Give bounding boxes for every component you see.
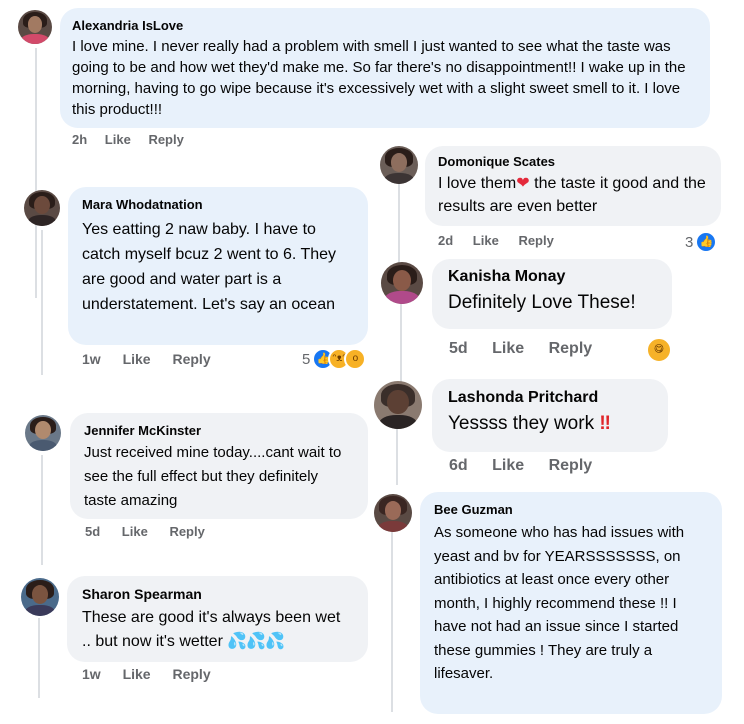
- thread-line: [396, 425, 398, 485]
- comment-time[interactable]: 2h: [72, 132, 87, 147]
- avatar[interactable]: [374, 494, 412, 532]
- comment-author[interactable]: Domonique Scates: [438, 154, 708, 169]
- reaction-summary[interactable]: 😋: [646, 337, 672, 363]
- like-reaction-icon: 👍: [695, 231, 718, 253]
- comment-text: I love mine. I never really had a proble…: [72, 38, 686, 118]
- like-button[interactable]: Like: [492, 457, 524, 475]
- yum-reaction-icon: 😋: [646, 337, 672, 363]
- comment-time[interactable]: 2d: [438, 233, 453, 248]
- comment-author[interactable]: Kanisha Monay: [448, 268, 656, 286]
- comment-bubble: Jennifer McKinster Just received mine to…: [70, 413, 368, 519]
- comment-author[interactable]: Lashonda Pritchard: [448, 389, 652, 407]
- comment-text: I love them❤ the taste it good and the r…: [438, 175, 706, 215]
- comment-actions: 6d Like Reply: [449, 457, 592, 475]
- like-button[interactable]: Like: [105, 132, 131, 147]
- avatar[interactable]: [25, 415, 61, 451]
- double-exclamation-emoji-icon: ‼: [599, 413, 611, 434]
- reaction-summary[interactable]: 3 👍: [685, 231, 718, 253]
- thread-line: [41, 230, 43, 375]
- comment-author[interactable]: Bee Guzman: [434, 502, 708, 517]
- avatar[interactable]: [381, 262, 423, 304]
- like-button[interactable]: Like: [492, 340, 524, 358]
- comment-text: Yes eatting 2 naw baby. I have to catch …: [82, 221, 337, 313]
- comment-bubble: Lashonda Pritchard Yessss they work ‼: [432, 379, 668, 452]
- comment-bubble: Domonique Scates I love them❤ the taste …: [425, 146, 721, 226]
- comment-text: As someone who has had issues with yeast…: [434, 524, 685, 682]
- like-button[interactable]: Like: [473, 233, 499, 248]
- avatar[interactable]: [374, 381, 422, 429]
- thread-line: [398, 180, 400, 265]
- thread-line: [400, 302, 402, 382]
- wow-reaction-icon: o: [344, 348, 367, 370]
- comment-actions: 1w Like Reply: [82, 351, 211, 367]
- comment-actions: 5d Like Reply: [85, 524, 205, 539]
- sweat-droplets-emoji-icon: 💦💦💦: [227, 633, 285, 650]
- thread-line: [38, 618, 40, 698]
- avatar[interactable]: [380, 146, 418, 184]
- thread-line: [35, 48, 37, 298]
- comment-author[interactable]: Jennifer McKinster: [84, 423, 354, 438]
- comment-actions: 2d Like Reply: [438, 233, 554, 248]
- comment-bubble: Bee Guzman As someone who has had issues…: [420, 492, 722, 714]
- comment-time[interactable]: 1w: [82, 351, 101, 367]
- reply-button[interactable]: Reply: [549, 340, 593, 358]
- reply-button[interactable]: Reply: [172, 351, 210, 367]
- comment-actions: 2h Like Reply: [72, 132, 184, 147]
- reaction-count: 5: [302, 350, 311, 368]
- reaction-count: 3: [685, 233, 694, 251]
- reply-button[interactable]: Reply: [172, 666, 210, 682]
- comment-text: Yessss they work ‼: [448, 413, 611, 434]
- avatar[interactable]: [18, 10, 52, 44]
- comment-text: These are good it's always been wet .. b…: [82, 609, 341, 650]
- avatar[interactable]: [21, 578, 59, 616]
- comment-time[interactable]: 1w: [82, 666, 101, 682]
- comment-time[interactable]: 5d: [449, 340, 468, 358]
- reply-button[interactable]: Reply: [169, 524, 204, 539]
- comment-actions: 5d Like Reply: [449, 340, 592, 358]
- thread-line: [41, 455, 43, 565]
- thread-line: [391, 532, 393, 712]
- comment-bubble: Kanisha Monay Definitely Love These!: [432, 259, 672, 329]
- like-button[interactable]: Like: [123, 351, 151, 367]
- heart-emoji-icon: ❤: [516, 175, 530, 192]
- comment-time[interactable]: 6d: [449, 457, 468, 475]
- reply-button[interactable]: Reply: [148, 132, 183, 147]
- reply-button[interactable]: Reply: [518, 233, 553, 248]
- avatar[interactable]: [24, 190, 60, 226]
- comment-bubble: Alexandria IsLove I love mine. I never r…: [60, 8, 710, 128]
- comment-time[interactable]: 5d: [85, 524, 100, 539]
- comment-actions: 1w Like Reply: [82, 666, 211, 682]
- comment-bubble: Mara Whodatnation Yes eatting 2 naw baby…: [68, 187, 368, 345]
- comment-text: Just received mine today....cant wait to…: [84, 444, 342, 509]
- comment-bubble: Sharon Spearman These are good it's alwa…: [67, 576, 368, 662]
- reply-button[interactable]: Reply: [549, 457, 593, 475]
- like-button[interactable]: Like: [123, 666, 151, 682]
- comment-author[interactable]: Mara Whodatnation: [82, 197, 354, 212]
- reaction-summary[interactable]: 5 👍 ᵔᴥᵔ o: [302, 348, 367, 370]
- comment-author[interactable]: Sharon Spearman: [82, 586, 353, 602]
- comment-text: Definitely Love These!: [448, 292, 636, 313]
- comment-author[interactable]: Alexandria IsLove: [72, 18, 698, 33]
- like-button[interactable]: Like: [122, 524, 148, 539]
